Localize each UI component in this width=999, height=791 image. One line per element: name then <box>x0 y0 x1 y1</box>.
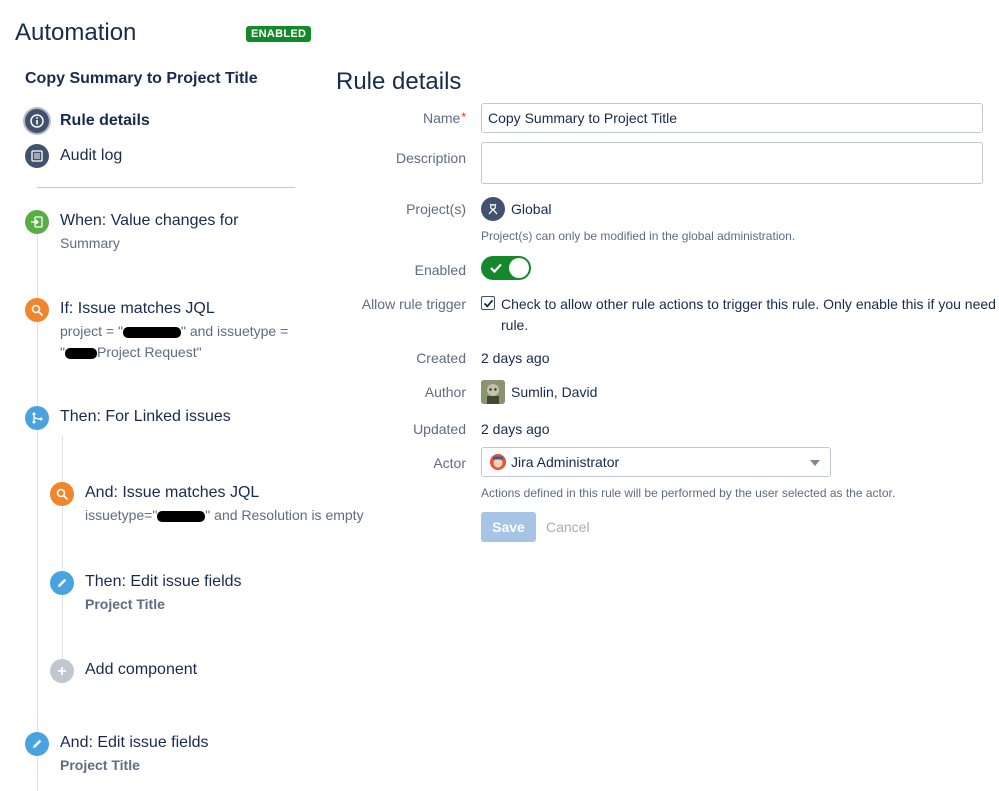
redaction-mark <box>157 510 206 522</box>
pencil-icon <box>25 732 49 756</box>
condition-title: If: Issue matches JQL <box>60 300 215 317</box>
condition-desc-part: " and issuetype = <box>180 323 289 339</box>
condition-desc: project = " " and issuetype = " Project Re… <box>60 321 288 363</box>
condition-desc-part: Project Request" <box>96 344 202 360</box>
toggle-knob <box>509 258 529 278</box>
plus-icon <box>50 659 74 683</box>
author-avatar <box>481 380 505 404</box>
enabled-label: Enabled <box>414 262 466 278</box>
condition-component[interactable]: If: Issue matches JQL project = " " and i… <box>25 298 288 363</box>
enabled-toggle[interactable] <box>481 256 531 280</box>
pencil-icon <box>50 571 74 595</box>
allow-trigger-text: Check to allow other rule actions to tri… <box>501 296 996 333</box>
cancel-button[interactable]: Cancel <box>546 519 590 535</box>
section-title: Rule details <box>336 68 462 95</box>
actor-select-value: Jira Administrator <box>511 454 620 470</box>
projects-label: Project(s) <box>406 201 466 217</box>
branch-condition-desc: issuetype=" " and Resolution is empty <box>85 505 364 526</box>
checkmark-icon <box>483 299 493 308</box>
search-icon <box>25 298 49 322</box>
branch-condition-component[interactable]: And: Issue matches JQL issuetype=" " and … <box>50 482 364 526</box>
nav-rule-details-label: Rule details <box>60 112 150 129</box>
name-label-text: Name <box>422 110 461 126</box>
allow-trigger-checkbox[interactable] <box>481 296 495 310</box>
actor-select[interactable]: Jira Administrator <box>481 447 831 477</box>
global-project-icon <box>481 197 505 221</box>
actor-label: Actor <box>433 455 466 471</box>
check-icon <box>490 263 502 274</box>
branch-component[interactable]: Then: For Linked issues <box>25 406 231 430</box>
description-input[interactable] <box>481 142 983 184</box>
add-component-button[interactable]: Add component <box>50 659 197 683</box>
name-label: Name* <box>423 110 466 126</box>
trigger-desc: Summary <box>60 235 120 251</box>
updated-label: Updated <box>413 421 466 437</box>
rule-name: Copy Summary to Project Title <box>25 70 258 87</box>
redaction-mark <box>122 326 181 338</box>
info-icon <box>25 109 49 133</box>
branch-action-desc: Project Title <box>85 596 165 612</box>
author-label: Author <box>424 384 466 400</box>
page-title: Automation <box>15 19 137 46</box>
required-marker: * <box>461 110 466 124</box>
list-icon <box>25 144 49 168</box>
chevron-down-icon <box>810 460 820 466</box>
updated-value: 2 days ago <box>481 421 550 437</box>
branch-condition-title: And: Issue matches JQL <box>85 484 260 501</box>
author-value: Sumlin, David <box>481 380 597 404</box>
condition-desc-part: project = " <box>60 323 123 339</box>
branch-condition-desc-part: issuetype=" <box>85 507 158 523</box>
branch-flow-line <box>62 436 63 660</box>
branch-action-component[interactable]: Then: Edit issue fields Project Title <box>50 571 242 615</box>
nav-divider <box>37 187 295 188</box>
save-button[interactable]: Save <box>481 512 536 542</box>
trigger-component[interactable]: When: Value changes for Summary <box>25 210 238 254</box>
allow-trigger-label: Allow rule trigger <box>361 296 466 312</box>
description-label: Description <box>395 150 466 166</box>
actor-help: Actions defined in this rule will be per… <box>481 486 896 500</box>
final-action-component[interactable]: And: Edit issue fields Project Title <box>25 732 209 776</box>
author-name: Sumlin, David <box>511 384 598 400</box>
projects-help: Project(s) can only be modified in the g… <box>481 229 796 243</box>
projects-value: Global <box>481 197 551 221</box>
branch-title: Then: For Linked issues <box>60 408 231 425</box>
branch-icon <box>25 406 49 430</box>
created-label: Created <box>416 350 466 366</box>
final-action-desc: Project Title <box>60 757 140 773</box>
trigger-title: When: Value changes for <box>60 212 239 229</box>
search-icon <box>50 482 74 506</box>
nav-audit-log[interactable]: Audit log <box>25 144 122 168</box>
name-input[interactable] <box>481 103 983 133</box>
add-component-label: Add component <box>85 661 198 678</box>
redaction-mark <box>64 347 97 359</box>
nav-rule-details[interactable]: Rule details <box>25 109 150 133</box>
final-action-title: And: Edit issue fields <box>60 734 209 751</box>
trigger-icon <box>25 210 49 234</box>
nav-audit-log-label: Audit log <box>60 147 123 164</box>
jira-admin-avatar <box>490 454 506 470</box>
created-value: 2 days ago <box>481 350 550 366</box>
branch-action-title: Then: Edit issue fields <box>85 573 242 590</box>
status-badge: ENABLED <box>246 26 312 42</box>
branch-condition-desc-part: " and Resolution is empty <box>205 507 364 523</box>
projects-value-text: Global <box>511 201 552 217</box>
